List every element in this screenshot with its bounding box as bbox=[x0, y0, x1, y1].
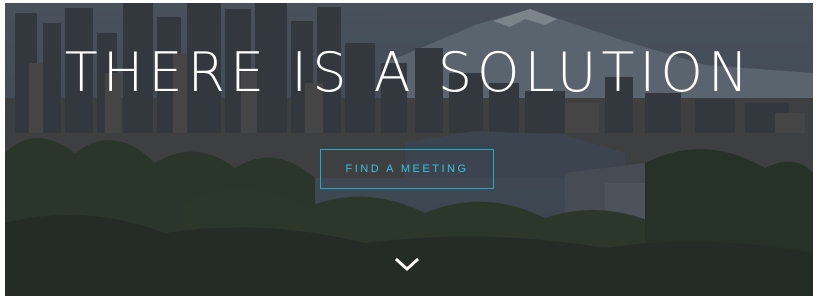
hero-headline: THERE IS A SOLUTION bbox=[64, 41, 754, 104]
hero-section: THERE IS A SOLUTION FIND A MEETING bbox=[5, 3, 813, 296]
chevron-down-icon[interactable] bbox=[392, 255, 422, 275]
find-a-meeting-button[interactable]: FIND A MEETING bbox=[320, 149, 494, 189]
